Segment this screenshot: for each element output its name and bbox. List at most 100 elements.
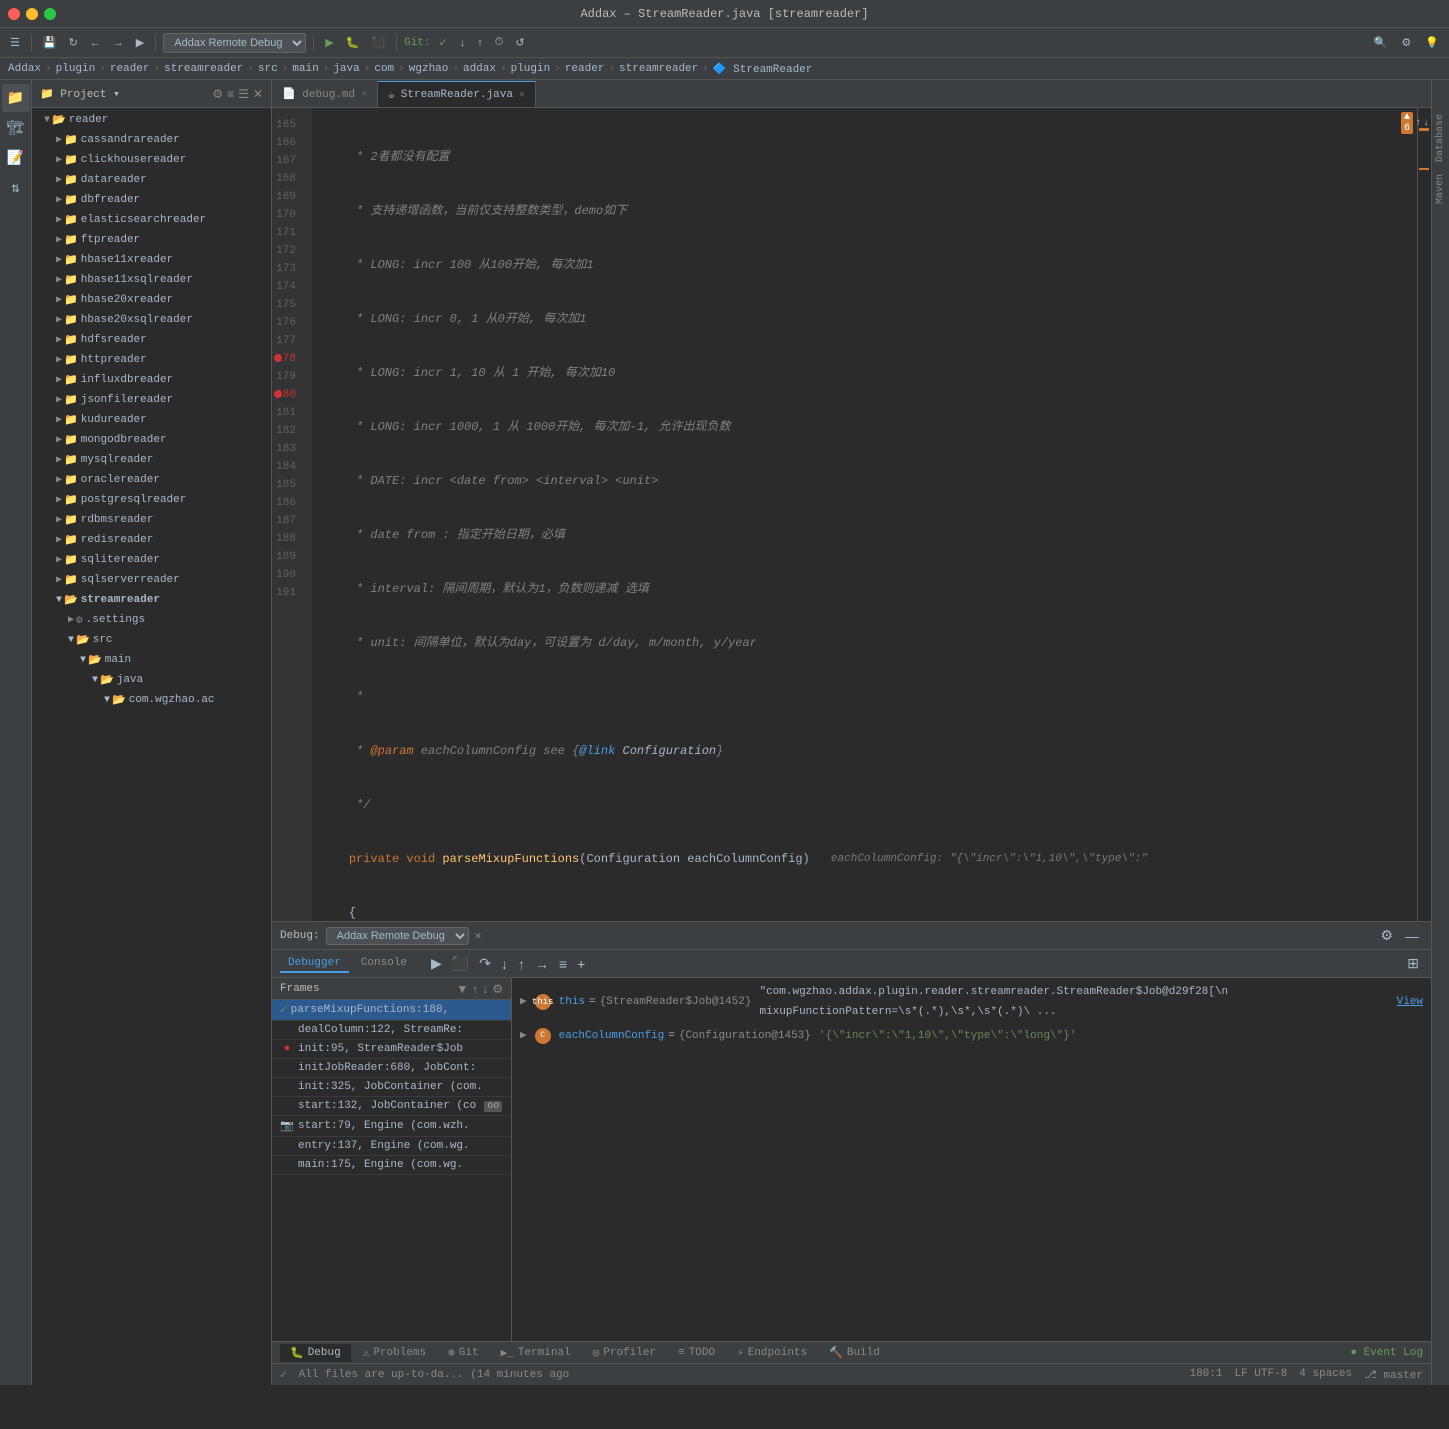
toolbar-run-btn[interactable]: ▶ bbox=[321, 34, 337, 51]
tree-ftpreader[interactable]: ▶ 📁 ftpreader bbox=[32, 230, 271, 250]
tree-mongodbreader[interactable]: ▶ 📁 mongodbreader bbox=[32, 430, 271, 450]
status-branch[interactable]: ⎇ master bbox=[1364, 1368, 1423, 1382]
tree-influxdbreader[interactable]: ▶ 📁 influxdbreader bbox=[32, 370, 271, 390]
tab-debug-md[interactable]: 📄 debug.md ✕ bbox=[272, 81, 378, 107]
git-revert[interactable]: ↺ bbox=[511, 34, 528, 51]
toolbar-run-config[interactable]: ▶ bbox=[132, 34, 148, 51]
project-settings-btn[interactable]: ⚙ bbox=[212, 87, 223, 101]
tree-httpreader[interactable]: ▶ 📁 httpreader bbox=[32, 350, 271, 370]
tree-postgresqlreader[interactable]: ▶ 📁 postgresqlreader bbox=[32, 490, 271, 510]
bottom-tab-git[interactable]: ⊛ Git bbox=[438, 1344, 488, 1362]
maximize-button[interactable] bbox=[44, 8, 56, 20]
tree-rdbmsreader[interactable]: ▶ 📁 rdbmsreader bbox=[32, 510, 271, 530]
nav-reader2[interactable]: reader bbox=[565, 63, 605, 75]
toolbar-menu-addax[interactable]: ☰ bbox=[6, 34, 24, 51]
nav-plugin[interactable]: plugin bbox=[56, 63, 96, 75]
toolbar-back[interactable]: ← bbox=[86, 35, 105, 51]
bottom-tab-todo[interactable]: ≡ TODO bbox=[668, 1345, 725, 1361]
project-collapse-btn[interactable]: ≡ bbox=[227, 87, 234, 101]
tree-clickhousereader[interactable]: ▶ 📁 clickhousereader bbox=[32, 150, 271, 170]
debug-step-into-btn[interactable]: ↓ bbox=[497, 953, 512, 974]
close-button[interactable] bbox=[8, 8, 20, 20]
frame-item-8[interactable]: main:175, Engine (com.wg. bbox=[272, 1156, 511, 1175]
pull-requests-icon[interactable]: ⇅ bbox=[2, 174, 30, 202]
tree-src[interactable]: ▼ 📂 src bbox=[32, 630, 271, 650]
tree-sqlitereader[interactable]: ▶ 📁 sqlitereader bbox=[32, 550, 271, 570]
bottom-tab-debug[interactable]: 🐛 Debug bbox=[280, 1344, 351, 1362]
bottom-tab-terminal[interactable]: ▶_ Terminal bbox=[491, 1344, 581, 1362]
tree-elasticsearchreader[interactable]: ▶ 📁 elasticsearchreader bbox=[32, 210, 271, 230]
database-panel-label[interactable]: Database bbox=[1433, 110, 1448, 166]
git-update[interactable]: ↓ bbox=[456, 35, 470, 51]
frames-down-btn[interactable]: ↓ bbox=[482, 982, 488, 996]
minimize-button[interactable] bbox=[26, 8, 38, 20]
nav-plugin2[interactable]: plugin bbox=[511, 63, 551, 75]
var-expand-eachcolumnconfig[interactable]: ▶ bbox=[520, 1026, 527, 1046]
project-icon[interactable]: 📁 bbox=[2, 84, 30, 112]
toolbar-forward[interactable]: → bbox=[109, 35, 128, 51]
frames-settings-btn[interactable]: ⚙ bbox=[492, 982, 503, 996]
tab-debug-md-close[interactable]: ✕ bbox=[361, 88, 367, 100]
tree-redisreader[interactable]: ▶ 📁 redisreader bbox=[32, 530, 271, 550]
search-btn[interactable]: 🔍 bbox=[1370, 34, 1392, 51]
tree-main[interactable]: ▼ 📂 main bbox=[32, 650, 271, 670]
git-push[interactable]: ↑ bbox=[473, 35, 487, 51]
frame-item-3[interactable]: initJobReader:680, JobCont: bbox=[272, 1059, 511, 1078]
frame-item-4[interactable]: init:325, JobContainer (com. bbox=[272, 1078, 511, 1097]
nav-src[interactable]: src bbox=[258, 63, 278, 75]
tree-oraclereader[interactable]: ▶ 📁 oraclereader bbox=[32, 470, 271, 490]
frame-item-6[interactable]: 📷 start:79, Engine (com.wzh. bbox=[272, 1116, 511, 1137]
debug-step-out-btn[interactable]: ↑ bbox=[514, 953, 529, 974]
tab-streamreader-close[interactable]: ✕ bbox=[519, 89, 525, 101]
nav-wgzhao[interactable]: wgzhao bbox=[409, 63, 449, 75]
frame-item-2[interactable]: ● init:95, StreamReader$Job bbox=[272, 1040, 511, 1059]
tree-reader[interactable]: ▼ 📂 reader bbox=[32, 110, 271, 130]
bottom-tab-build[interactable]: 🔨 Build bbox=[819, 1344, 890, 1362]
debug-tab-debugger[interactable]: Debugger bbox=[280, 955, 349, 973]
nav-addax2[interactable]: addax bbox=[463, 63, 496, 75]
tree-settings[interactable]: ▶ ⚙ .settings bbox=[32, 610, 271, 630]
maven-panel-label[interactable]: Maven bbox=[1433, 170, 1448, 208]
tree-hbase11xreader[interactable]: ▶ 📁 hbase11xreader bbox=[32, 250, 271, 270]
var-this-view-link[interactable]: View bbox=[1397, 992, 1423, 1012]
bottom-tab-endpoints[interactable]: ⚡ Endpoints bbox=[727, 1344, 817, 1362]
project-gear-btn[interactable]: ☰ bbox=[238, 87, 249, 101]
tree-hdfsreader[interactable]: ▶ 📁 hdfsreader bbox=[32, 330, 271, 350]
debug-resume-btn[interactable]: ▶ bbox=[427, 953, 446, 974]
tree-streamreader[interactable]: ▼ 📂 streamreader bbox=[32, 590, 271, 610]
nav-main[interactable]: main bbox=[292, 63, 318, 75]
frame-item-5[interactable]: start:132, JobContainer (co oo bbox=[272, 1097, 511, 1116]
tree-sqlserverreader[interactable]: ▶ 📁 sqlserverreader bbox=[32, 570, 271, 590]
nav-com[interactable]: com bbox=[374, 63, 394, 75]
debug-minimize-btn[interactable]: — bbox=[1401, 925, 1423, 946]
toolbar-debug-btn[interactable]: 🐛 bbox=[342, 34, 364, 51]
tab-streamreader-java[interactable]: ☕ StreamReader.java ✕ bbox=[378, 81, 536, 107]
project-close-btn[interactable]: ✕ bbox=[253, 87, 263, 101]
toolbar-save[interactable]: 💾 bbox=[39, 34, 61, 51]
tree-jsonfilereader[interactable]: ▶ 📁 jsonfilereader bbox=[32, 390, 271, 410]
debug-run-to-cursor-btn[interactable]: → bbox=[531, 953, 553, 974]
debug-config-dropdown[interactable]: Addax Remote Debug bbox=[163, 33, 306, 53]
toolbar-stop-btn[interactable]: ⬛ bbox=[367, 34, 389, 51]
event-log-label[interactable]: ● Event Log bbox=[1350, 1347, 1423, 1359]
var-expand-this[interactable]: ▶ bbox=[520, 992, 527, 1012]
status-encoding[interactable]: LF UTF-8 bbox=[1234, 1368, 1287, 1382]
tree-hbase20xreader[interactable]: ▶ 📁 hbase20xreader bbox=[32, 290, 271, 310]
tree-java[interactable]: ▼ 📂 java bbox=[32, 670, 271, 690]
frames-filter-btn[interactable]: ▼ bbox=[456, 982, 468, 996]
status-indent[interactable]: 4 spaces bbox=[1299, 1368, 1352, 1382]
git-checkmark[interactable]: ✓ bbox=[435, 34, 452, 51]
tree-hbase20xsqlreader[interactable]: ▶ 📁 hbase20xsqlreader bbox=[32, 310, 271, 330]
nav-addax[interactable]: Addax bbox=[8, 63, 41, 75]
debug-session-close[interactable]: ✕ bbox=[475, 929, 482, 943]
debug-add-watch-btn[interactable]: + bbox=[573, 953, 589, 974]
tree-mysqlreader[interactable]: ▶ 📁 mysqlreader bbox=[32, 450, 271, 470]
nav-streamreader-class[interactable]: 🔷 StreamReader bbox=[713, 62, 813, 76]
frame-item-0[interactable]: ✓ parseMixupFunctions:180, bbox=[272, 1000, 511, 1021]
toolbar-sync[interactable]: ↻ bbox=[65, 34, 82, 51]
frames-up-btn[interactable]: ↑ bbox=[472, 982, 478, 996]
nav-streamreader2[interactable]: streamreader bbox=[619, 63, 698, 75]
bottom-tab-problems[interactable]: ⚠ Problems bbox=[353, 1344, 436, 1362]
nav-reader[interactable]: reader bbox=[110, 63, 150, 75]
status-position[interactable]: 180:1 bbox=[1189, 1368, 1222, 1382]
